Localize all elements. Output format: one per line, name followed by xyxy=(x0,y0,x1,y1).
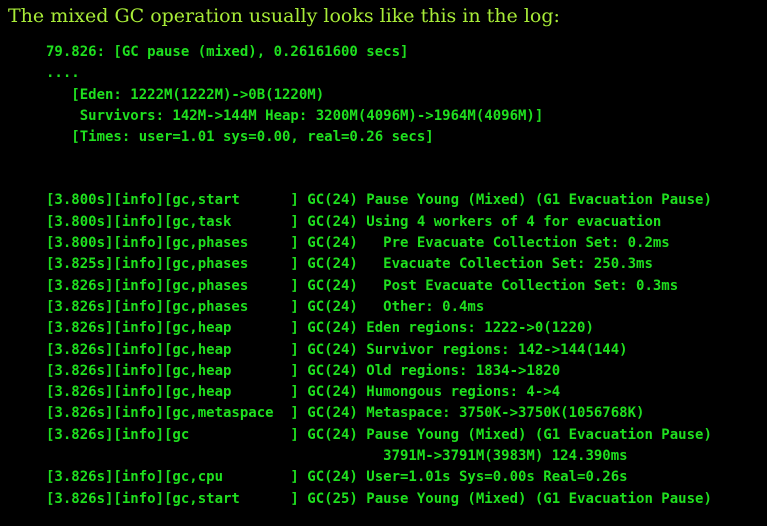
new-log-line-2: [3.800s][info][gc,task ] GC(24) Using 4 … xyxy=(46,213,662,230)
new-log-line-3: [3.800s][info][gc,phases ] GC(24) Pre Ev… xyxy=(46,235,670,252)
new-log-line-12: [3.826s][info][gc ] GC(24) Pause Young (… xyxy=(46,426,712,443)
new-log-line-5: [3.826s][info][gc,phases ] GC(24) Post E… xyxy=(46,277,679,294)
new-log-line-14: [3.826s][info][gc,cpu ] GC(24) User=1.01… xyxy=(46,469,628,486)
new-log-line-6: [3.826s][info][gc,phases ] GC(24) Other:… xyxy=(46,298,485,315)
new-log-line-10: [3.826s][info][gc,heap ] GC(24) Humongou… xyxy=(46,384,561,401)
intro-heading: The mixed GC operation usually looks lik… xyxy=(8,5,560,27)
gc-log-block: 79.826: [GC pause (mixed), 0.26161600 se… xyxy=(46,42,712,510)
new-log-line-7: [3.826s][info][gc,heap ] GC(24) Eden reg… xyxy=(46,320,594,337)
new-log-line-8: [3.826s][info][gc,heap ] GC(24) Survivor… xyxy=(46,341,628,358)
new-log-line-4: [3.825s][info][gc,phases ] GC(24) Evacua… xyxy=(46,256,653,273)
old-log-line-4: Survivors: 142M->144M Heap: 3200M(4096M)… xyxy=(46,107,544,124)
new-log-line-15: [3.826s][info][gc,start ] GC(25) Pause Y… xyxy=(46,490,712,507)
old-log-line-5: [Times: user=1.01 sys=0.00, real=0.26 se… xyxy=(46,129,434,146)
old-log-line-1: 79.826: [GC pause (mixed), 0.26161600 se… xyxy=(46,44,409,60)
new-log-line-9: [3.826s][info][gc,heap ] GC(24) Old regi… xyxy=(46,362,561,379)
log-gap xyxy=(46,148,712,190)
new-log-line-11: [3.826s][info][gc,metaspace ] GC(24) Met… xyxy=(46,405,645,422)
old-log-line-2: .... xyxy=(46,65,80,82)
old-log-line-3: [Eden: 1222M(1222M)->0B(1220M) xyxy=(46,86,325,103)
new-log-line-13: 3791M->3791M(3983M) 124.390ms xyxy=(46,448,628,465)
new-log-line-1: [3.800s][info][gc,start ] GC(24) Pause Y… xyxy=(46,192,712,209)
